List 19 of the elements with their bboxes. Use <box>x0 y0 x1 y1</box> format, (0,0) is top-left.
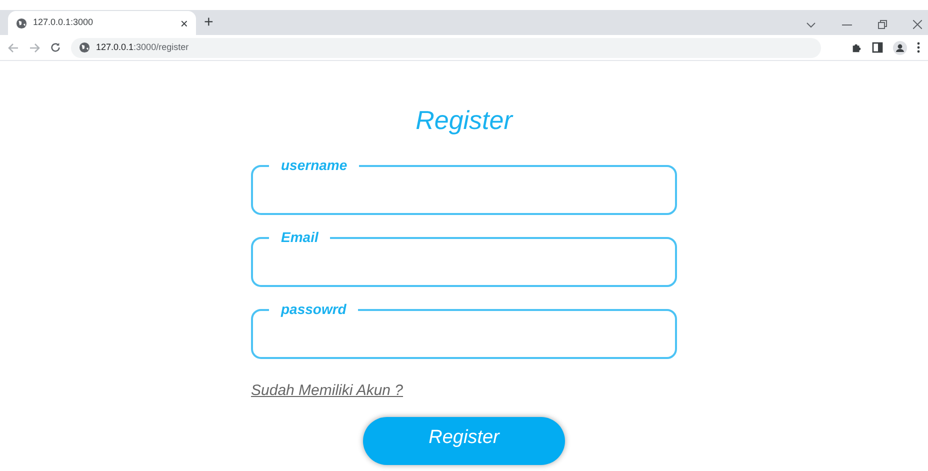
profile-icon[interactable] <box>893 40 907 54</box>
side-panel-icon[interactable] <box>872 42 883 53</box>
reload-icon[interactable] <box>50 42 61 53</box>
url-text: 127.0.0.1:3000/register <box>96 40 189 54</box>
chevron-down-icon[interactable] <box>806 22 816 28</box>
address-bar[interactable]: 127.0.0.1:3000/register <box>71 38 821 58</box>
puzzle-icon[interactable] <box>851 42 862 53</box>
close-tab-button[interactable]: × <box>180 16 188 30</box>
restore-icon[interactable] <box>878 20 887 29</box>
globe-icon <box>79 42 90 53</box>
new-tab-button[interactable]: + <box>204 15 214 31</box>
login-link[interactable]: Sudah Memiliki Akun ? <box>251 382 404 399</box>
menu-dots-icon[interactable] <box>917 42 920 53</box>
tab-title: 127.0.0.1:3000 <box>33 16 94 30</box>
browser-tab[interactable]: 127.0.0.1:3000 × <box>8 11 196 35</box>
globe-icon <box>16 18 27 28</box>
minimize-icon[interactable] <box>842 24 852 26</box>
close-icon[interactable] <box>913 20 922 29</box>
page-title: Register <box>416 107 512 133</box>
